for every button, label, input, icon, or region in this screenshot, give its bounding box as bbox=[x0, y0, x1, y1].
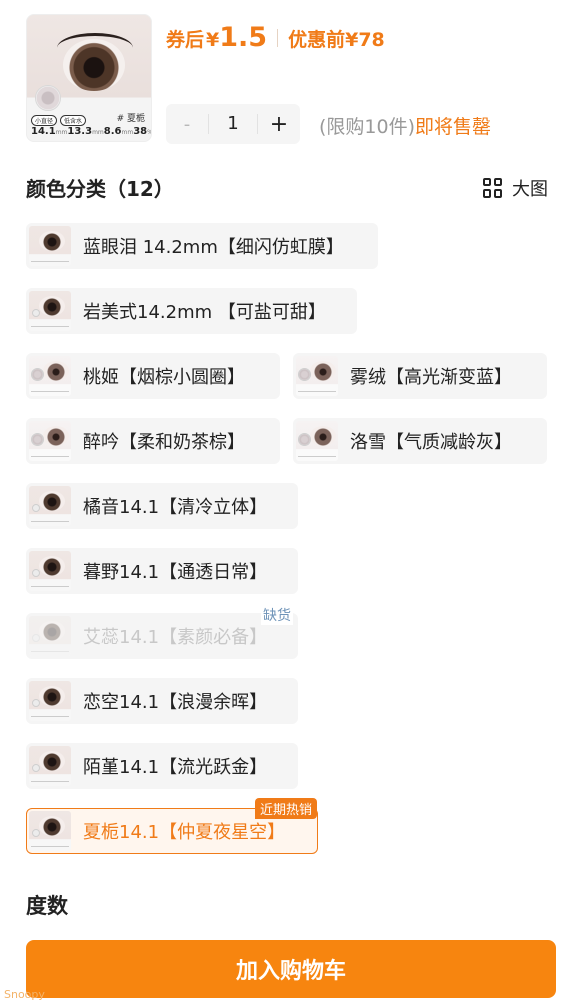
purchase-limit: (限购10件)即将售罄 bbox=[319, 112, 491, 139]
thumb-spec: 14.1mm bbox=[31, 126, 68, 137]
color-option-selected[interactable]: 夏栀14.1【仲夏夜星空】 近期热销 bbox=[26, 798, 318, 854]
color-option-out-of-stock[interactable]: 艾蕊14.1【素颜必备】 缺货 bbox=[26, 605, 298, 659]
quantity-value[interactable]: 1 bbox=[208, 114, 258, 134]
thumb-spec: 38% bbox=[133, 126, 151, 137]
option-thumbnail bbox=[29, 551, 71, 591]
option-label: 洛雪【气质减龄灰】 bbox=[350, 432, 512, 453]
option-label: 陌堇14.1【流光跃金】 bbox=[83, 757, 268, 778]
thumb-variant-tag: # 夏栀 bbox=[116, 114, 145, 124]
option-label: 蓝眼泪 14.2mm【细闪仿虹膜】 bbox=[83, 237, 344, 258]
thumb-mini-tag: 小直径 bbox=[31, 115, 58, 126]
option-thumbnail bbox=[29, 616, 71, 656]
option-label: 醉吟【柔和奶茶棕】 bbox=[83, 432, 245, 453]
stock-status: 即将售罄 bbox=[415, 116, 492, 138]
product-thumbnail[interactable]: 小直径 低含水 # 夏栀 14.1mm 13.3mm 8.6mm 38% bbox=[26, 14, 152, 142]
option-label: 桃姬【烟棕小圆圈】 bbox=[83, 367, 245, 388]
option-thumbnail bbox=[29, 681, 71, 721]
color-option[interactable]: 暮野14.1【通透日常】 bbox=[26, 548, 298, 594]
option-thumbnail bbox=[296, 356, 338, 396]
option-label: 艾蕊14.1【素颜必备】 bbox=[83, 627, 268, 648]
thumb-spec-row: 14.1mm 13.3mm 8.6mm 38% bbox=[31, 126, 151, 137]
before-discount-label: 优惠前 bbox=[288, 29, 346, 51]
product-summary: 小直径 低含水 # 夏栀 14.1mm 13.3mm 8.6mm 38% 券后 … bbox=[26, 14, 556, 144]
after-coupon-price: 1.5 bbox=[219, 22, 268, 53]
color-section-title: 颜色分类（12） bbox=[26, 177, 174, 201]
lens-image bbox=[35, 85, 61, 111]
out-of-stock-badge: 缺货 bbox=[261, 605, 293, 625]
option-thumbnail bbox=[29, 486, 71, 526]
limit-text: (限购10件) bbox=[319, 116, 416, 138]
color-option[interactable]: 洛雪【气质减龄灰】 bbox=[293, 418, 547, 464]
color-option[interactable]: 恋空14.1【浪漫余晖】 bbox=[26, 678, 298, 724]
color-option[interactable]: 陌堇14.1【流光跃金】 bbox=[26, 743, 298, 789]
option-thumbnail bbox=[29, 356, 71, 396]
option-thumbnail bbox=[29, 811, 71, 851]
option-thumbnail bbox=[296, 421, 338, 461]
thumb-mini-tags: 小直径 低含水 bbox=[31, 115, 87, 126]
option-label: 橘音14.1【清冷立体】 bbox=[83, 497, 268, 518]
after-coupon-label: 券后 bbox=[166, 29, 205, 51]
color-option[interactable]: 岩美式14.2mm 【可盐可甜】 bbox=[26, 288, 357, 334]
option-label: 夏栀14.1【仲夏夜星空】 bbox=[83, 822, 286, 843]
currency-symbol: ¥ bbox=[206, 29, 220, 51]
thumb-mini-tag: 低含水 bbox=[60, 115, 87, 126]
color-option[interactable]: 雾绒【高光渐变蓝】 bbox=[293, 353, 547, 399]
degree-section-title: 度数 bbox=[26, 894, 68, 918]
quantity-stepper: - 1 + bbox=[166, 104, 300, 144]
add-to-cart-button[interactable]: 加入购物车 bbox=[26, 940, 556, 998]
big-view-label: 大图 bbox=[512, 178, 548, 200]
watermark: Snoopy bbox=[4, 988, 45, 1001]
option-thumbnail bbox=[29, 291, 71, 331]
color-section-header: 颜色分类（12） 大图 bbox=[26, 173, 548, 202]
option-thumbnail bbox=[29, 421, 71, 461]
hot-sale-badge: 近期热销 bbox=[254, 798, 317, 819]
big-view-toggle[interactable]: 大图 bbox=[483, 175, 548, 201]
option-label: 雾绒【高光渐变蓝】 bbox=[350, 367, 512, 388]
color-option[interactable]: 橘音14.1【清冷立体】 bbox=[26, 483, 298, 529]
price-divider bbox=[277, 28, 279, 47]
eye-image bbox=[63, 39, 125, 91]
price-line: 券后 ¥ 1.5 优惠前 ¥78 bbox=[166, 22, 385, 53]
color-option[interactable]: 蓝眼泪 14.2mm【细闪仿虹膜】 bbox=[26, 223, 378, 269]
grid-icon bbox=[483, 177, 503, 198]
option-label: 恋空14.1【浪漫余晖】 bbox=[83, 692, 268, 713]
color-option[interactable]: 桃姬【烟棕小圆圈】 bbox=[26, 353, 280, 399]
option-thumbnail bbox=[29, 746, 71, 786]
increase-button[interactable]: + bbox=[258, 112, 300, 137]
before-discount-price: ¥78 bbox=[345, 29, 385, 51]
thumb-spec: 8.6mm bbox=[103, 126, 134, 137]
option-label: 暮野14.1【通透日常】 bbox=[83, 562, 268, 583]
decrease-button[interactable]: - bbox=[166, 114, 208, 135]
color-option[interactable]: 醉吟【柔和奶茶棕】 bbox=[26, 418, 280, 464]
thumb-spec: 13.3mm bbox=[67, 126, 104, 137]
option-thumbnail bbox=[29, 226, 71, 266]
option-label: 岩美式14.2mm 【可盐可甜】 bbox=[83, 302, 326, 323]
